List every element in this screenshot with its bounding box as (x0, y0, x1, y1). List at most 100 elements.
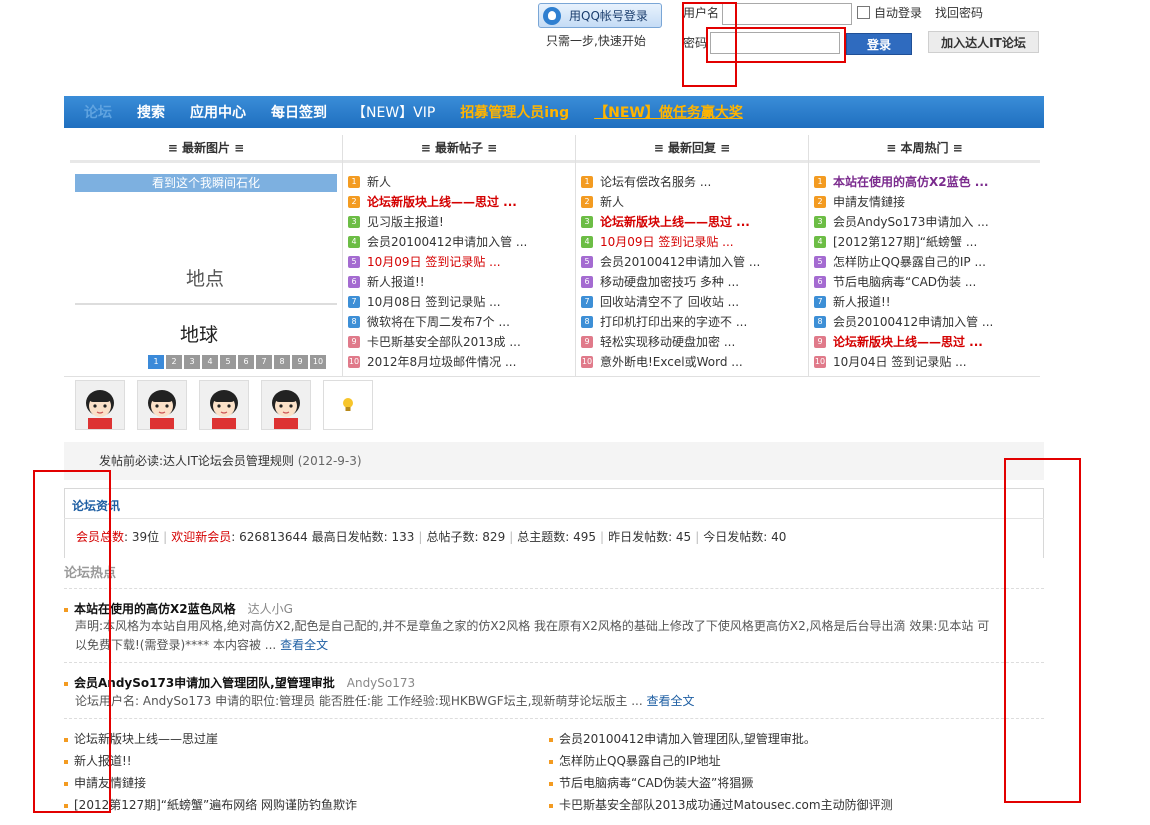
latest-reply-item[interactable]: 5 会员20100412申请加入管 ... (581, 252, 806, 272)
hot-link-text[interactable]: 会员20100412申请加入管理团队,望管理审批。 (559, 732, 816, 746)
hot-link-item[interactable]: 申請友情鏈接 (64, 772, 534, 794)
post-link[interactable]: 10月08日 签到记录贴 ... (367, 292, 501, 312)
nav-forum[interactable]: 论坛 (84, 102, 112, 122)
post-link[interactable]: 节后电脑病毒“CAD伪装 ... (833, 272, 976, 292)
weekly-hot-item[interactable]: 8 会员20100412申请加入管 ... (814, 312, 1038, 332)
post-link[interactable]: [2012第127期]“紙螃蟹 ... (833, 232, 977, 252)
post-link[interactable]: 轻松实现移动硬盘加密 ... (600, 332, 735, 352)
hot-item-title[interactable]: 会员AndySo173申请加入管理团队,望管理审批 AndySo173 (64, 674, 415, 691)
post-link[interactable]: 论坛有偿改名服务 ... (600, 172, 711, 192)
hot-item-author[interactable]: AndySo173 (347, 676, 415, 690)
weekly-hot-item[interactable]: 3 会员AndySo173申请加入 ... (814, 212, 1038, 232)
post-link[interactable]: 论坛新版块上线——思过 ... (600, 212, 750, 232)
post-link[interactable]: 本站在使用的高仿X2蓝色 ... (833, 172, 988, 192)
nav-search[interactable]: 搜索 (137, 102, 165, 122)
slider-page-5[interactable]: 5 (220, 355, 236, 369)
hot-link-item[interactable]: 怎样防止QQ暴露自己的IP地址 (549, 750, 1044, 772)
post-link[interactable]: 意外断电!Excel或Word ... (600, 352, 743, 372)
slider-page-4[interactable]: 4 (202, 355, 218, 369)
latest-reply-item[interactable]: 3 论坛新版块上线——思过 ... (581, 212, 806, 232)
post-link[interactable]: 会员20100412申请加入管 ... (833, 312, 993, 332)
hot-link-item[interactable]: 卡巴斯基安全部队2013成功通过Matousec.com主动防御评测 (549, 794, 1044, 816)
latest-post-item[interactable]: 9 卡巴斯基安全部队2013成 ... (348, 332, 573, 352)
read-more-link[interactable]: 查看全文 (646, 694, 694, 708)
weekly-hot-item[interactable]: 10 10月04日 签到记录贴 ... (814, 352, 1038, 372)
hot-link-text[interactable]: 节后电脑病毒“CAD伪装大盗”将猖獗 (559, 776, 753, 790)
forgot-password-link[interactable]: 找回密码 (935, 4, 983, 21)
tip-box[interactable] (323, 380, 373, 430)
slider-page-7[interactable]: 7 (256, 355, 272, 369)
posting-rules-notice[interactable]: 发帖前必读:达人IT论坛会员管理规则 (2012-9-3) (64, 442, 1044, 480)
post-link[interactable]: 申請友情鏈接 (833, 192, 905, 212)
post-link[interactable]: 移动硬盘加密技巧 多种 ... (600, 272, 739, 292)
latest-post-item[interactable]: 3 见习版主报道! (348, 212, 573, 232)
nav-vip[interactable]: 【NEW】VIP (352, 102, 435, 122)
latest-post-item[interactable]: 10 2012年8月垃圾邮件情况 ... (348, 352, 573, 372)
nav-daily-checkin[interactable]: 每日签到 (271, 102, 327, 122)
member-avatar[interactable] (199, 380, 249, 430)
latest-reply-item[interactable]: 7 回收站清空不了 回收站 ... (581, 292, 806, 312)
latest-reply-item[interactable]: 8 打印机打印出来的字迹不 ... (581, 312, 806, 332)
hot-link-item[interactable]: 论坛新版块上线——思过崖 (64, 728, 534, 750)
member-avatar[interactable] (137, 380, 187, 430)
hot-item-author[interactable]: 达人小G (248, 602, 293, 616)
latest-reply-item[interactable]: 1 论坛有偿改名服务 ... (581, 172, 806, 192)
hot-link-item[interactable]: 会员20100412申请加入管理团队,望管理审批。 (549, 728, 1044, 750)
username-input[interactable] (722, 3, 852, 25)
latest-reply-item[interactable]: 6 移动硬盘加密技巧 多种 ... (581, 272, 806, 292)
post-link[interactable]: 会员20100412申请加入管 ... (367, 232, 527, 252)
slider-page-8[interactable]: 8 (274, 355, 290, 369)
nav-tasks[interactable]: 【NEW】做任务赢大奖 (594, 102, 743, 122)
slider-page-9[interactable]: 9 (292, 355, 308, 369)
slider-page-1[interactable]: 1 (148, 355, 164, 369)
slider-page-10[interactable]: 10 (310, 355, 326, 369)
post-link[interactable]: 10月09日 签到记录贴 ... (600, 232, 734, 252)
nav-recruit[interactable]: 招募管理人员ing (460, 102, 569, 122)
latest-reply-item[interactable]: 9 轻松实现移动硬盘加密 ... (581, 332, 806, 352)
weekly-hot-item[interactable]: 5 怎样防止QQ暴露自己的IP ... (814, 252, 1038, 272)
hot-link-text[interactable]: 卡巴斯基安全部队2013成功通过Matousec.com主动防御评测 (559, 798, 893, 812)
post-link[interactable]: 微软将在下周二发布7个 ... (367, 312, 510, 332)
post-link[interactable]: 卡巴斯基安全部队2013成 ... (367, 332, 521, 352)
latest-post-item[interactable]: 5 10月09日 签到记录贴 ... (348, 252, 573, 272)
slider-page-6[interactable]: 6 (238, 355, 254, 369)
post-link[interactable]: 10月09日 签到记录贴 ... (367, 252, 501, 272)
post-link[interactable]: 新人 (367, 172, 391, 192)
post-link[interactable]: 怎样防止QQ暴露自己的IP ... (833, 252, 986, 272)
slider-caption[interactable]: 看到这个我瞬间石化 (75, 174, 337, 192)
auto-login-checkbox[interactable] (857, 6, 870, 19)
login-button[interactable]: 登录 (846, 33, 912, 55)
weekly-hot-item[interactable]: 9 论坛新版块上线——思过 ... (814, 332, 1038, 352)
post-link[interactable]: 回收站清空不了 回收站 ... (600, 292, 739, 312)
nav-app-center[interactable]: 应用中心 (190, 102, 246, 122)
post-link[interactable]: 新人报道!! (833, 292, 891, 312)
member-avatar[interactable] (75, 380, 125, 430)
hot-link-item[interactable]: 节后电脑病毒“CAD伪装大盗”将猖獗 (549, 772, 1044, 794)
latest-reply-item[interactable]: 10 意外断电!Excel或Word ... (581, 352, 806, 372)
slider-page-2[interactable]: 2 (166, 355, 182, 369)
latest-post-item[interactable]: 7 10月08日 签到记录贴 ... (348, 292, 573, 312)
read-more-link[interactable]: 查看全文 (280, 638, 328, 652)
hot-link-text[interactable]: [2012第127期]“紙螃蟹”遍布网络 网购谨防钓鱼欺诈 (74, 798, 357, 812)
weekly-hot-item[interactable]: 1 本站在使用的高仿X2蓝色 ... (814, 172, 1038, 192)
hot-link-item[interactable]: [2012第127期]“紙螃蟹”遍布网络 网购谨防钓鱼欺诈 (64, 794, 534, 816)
qq-login-button[interactable]: 用QQ帐号登录 (538, 3, 662, 28)
post-link[interactable]: 新人报道!! (367, 272, 425, 292)
post-link[interactable]: 论坛新版块上线——思过 ... (833, 332, 983, 352)
latest-post-item[interactable]: 6 新人报道!! (348, 272, 573, 292)
latest-post-item[interactable]: 2 论坛新版块上线——思过 ... (348, 192, 573, 212)
member-avatar[interactable] (261, 380, 311, 430)
latest-reply-item[interactable]: 4 10月09日 签到记录贴 ... (581, 232, 806, 252)
weekly-hot-item[interactable]: 6 节后电脑病毒“CAD伪装 ... (814, 272, 1038, 292)
post-link[interactable]: 新人 (600, 192, 624, 212)
post-link[interactable]: 会员20100412申请加入管 ... (600, 252, 760, 272)
post-link[interactable]: 2012年8月垃圾邮件情况 ... (367, 352, 516, 372)
weekly-hot-item[interactable]: 2 申請友情鏈接 (814, 192, 1038, 212)
slider-page-3[interactable]: 3 (184, 355, 200, 369)
hot-link-text[interactable]: 怎样防止QQ暴露自己的IP地址 (559, 754, 721, 768)
latest-reply-item[interactable]: 2 新人 (581, 192, 806, 212)
hot-link-item[interactable]: 新人报道!! (64, 750, 534, 772)
welcome-value[interactable]: : 626813644 (231, 530, 308, 544)
latest-post-item[interactable]: 4 会员20100412申请加入管 ... (348, 232, 573, 252)
latest-post-item[interactable]: 8 微软将在下周二发布7个 ... (348, 312, 573, 332)
